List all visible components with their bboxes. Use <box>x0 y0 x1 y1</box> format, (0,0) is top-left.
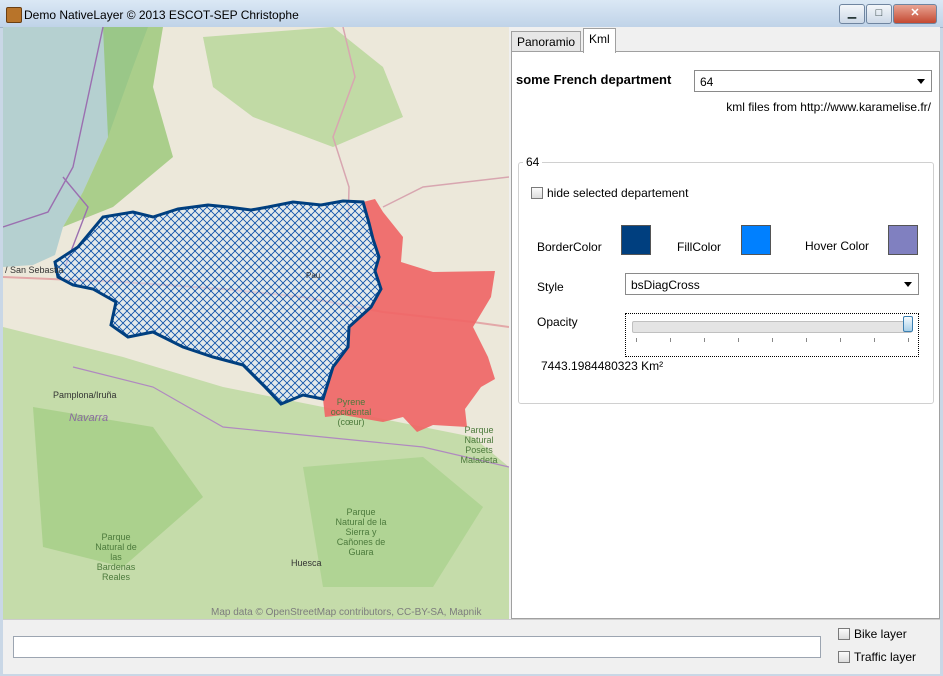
slider-tick <box>840 338 841 342</box>
chevron-down-icon <box>904 282 912 287</box>
maximize-button[interactable]: □ <box>866 4 892 24</box>
hover-color-swatch[interactable] <box>888 225 918 255</box>
opacity-label: Opacity <box>537 315 578 329</box>
tab-panoramio[interactable]: Panoramio <box>511 31 582 52</box>
map-label-pamplona: Pamplona/Iruña <box>53 390 117 400</box>
map-label-navarra: Navarra <box>69 412 109 424</box>
hide-selected-checkbox[interactable] <box>531 187 543 199</box>
map-label-san-sebastian: / San Sebastia <box>5 265 64 275</box>
map-label-guara: Parque Natural de la Sierra y Cañones de… <box>335 507 387 557</box>
window-title: Demo NativeLayer © 2013 ESCOT-SEP Christ… <box>24 8 299 22</box>
slider-tick <box>806 338 807 342</box>
map-view[interactable]: / San Sebastia Pau Pamplona/Iruña Navarr… <box>3 27 510 619</box>
slider-tick <box>670 338 671 342</box>
slider-tick <box>704 338 705 342</box>
slider-tick <box>874 338 875 342</box>
bike-layer-label: Bike layer <box>854 627 907 641</box>
minimize-button[interactable]: ▁ <box>839 4 865 24</box>
map-attribution: Map data © OpenStreetMap contributors, C… <box>211 607 482 618</box>
app-icon <box>6 7 22 23</box>
status-input[interactable] <box>13 636 821 658</box>
slider-tick <box>772 338 773 342</box>
title-bar: Demo NativeLayer © 2013 ESCOT-SEP Christ… <box>0 0 943 28</box>
chevron-down-icon <box>917 79 925 84</box>
window-client: / San Sebastia Pau Pamplona/Iruña Navarr… <box>3 27 940 674</box>
slider-tick <box>636 338 637 342</box>
opacity-slider-track <box>632 321 912 333</box>
kml-tab-page: some French department 64 kml files from… <box>511 51 940 619</box>
border-color-label: BorderColor <box>537 240 602 254</box>
slider-tick <box>908 338 909 342</box>
fill-color-swatch[interactable] <box>741 225 771 255</box>
group-title: 64 <box>523 155 543 169</box>
hover-color-label: Hover Color <box>805 239 870 253</box>
slider-tick <box>738 338 739 342</box>
hide-selected-label: hide selected departement <box>547 186 689 200</box>
traffic-layer-label: Traffic layer <box>854 650 917 664</box>
bike-layer-checkbox[interactable] <box>838 628 850 640</box>
border-color-swatch[interactable] <box>621 225 651 255</box>
map-label-pyrenees: Pyrene occidental (cœur) <box>330 397 372 427</box>
traffic-layer-checkbox[interactable] <box>838 651 850 663</box>
map-label-huesca: Huesca <box>291 558 322 568</box>
area-readout: 7443.1984480323 Km² <box>541 359 664 373</box>
opacity-slider[interactable] <box>625 313 919 357</box>
style-label: Style <box>537 280 564 294</box>
map-canvas[interactable] <box>3 27 509 619</box>
fill-color-label: FillColor <box>677 240 722 254</box>
department-select[interactable]: 64 <box>694 70 932 92</box>
department-label: some French department <box>516 72 672 87</box>
department-groupbox: 64 hide selected departement BorderColor… <box>518 155 934 404</box>
map-label-posets: Parque Natural Posets Maladeta <box>460 425 498 465</box>
close-button[interactable]: ✕ <box>893 4 937 24</box>
style-select-value: bsDiagCross <box>631 278 700 292</box>
map-label-pau: Pau <box>306 271 321 280</box>
tab-kml[interactable]: Kml <box>583 28 616 53</box>
map-label-bardenas: Parque Natural de las Bardenas Reales <box>95 532 137 582</box>
opacity-slider-thumb[interactable] <box>903 316 913 332</box>
style-select[interactable]: bsDiagCross <box>625 273 919 295</box>
department-select-value: 64 <box>700 75 714 89</box>
bottom-bar: Bike layer Traffic layer <box>3 619 940 674</box>
side-panel: Panoramio Kml some French department 64 … <box>509 27 940 619</box>
kml-source-note: kml files from http://www.karamelise.fr/ <box>726 100 931 114</box>
